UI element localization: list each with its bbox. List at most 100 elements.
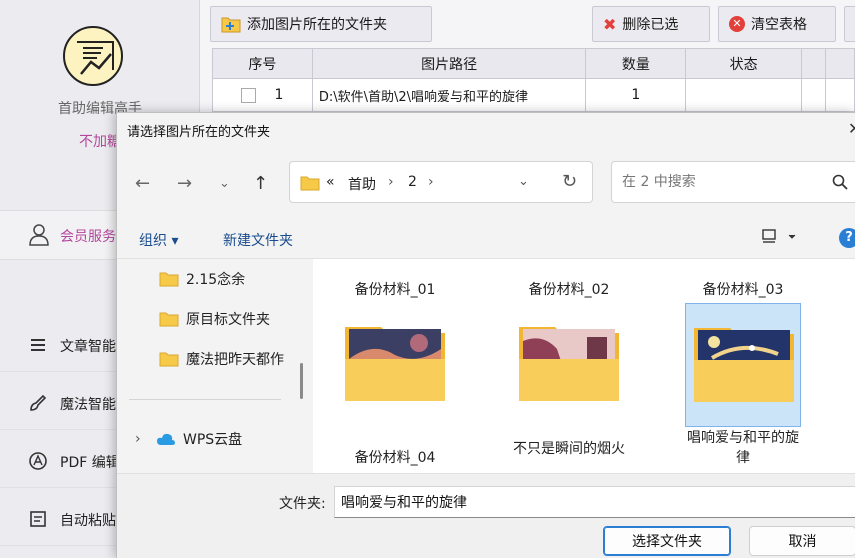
- folder-name: 唱响爱与和平的旋律: [687, 430, 799, 466]
- breadcrumb-separator[interactable]: ›: [428, 174, 434, 190]
- table-header: 序号 图片路径 数量 状态: [213, 49, 854, 79]
- tree-item-wps[interactable]: › WPS云盘: [135, 429, 242, 449]
- app-logo: [63, 26, 123, 86]
- command-bar: 组织 ▾ 新建文件夹 ?: [117, 217, 855, 259]
- tree-item[interactable]: 2.15念余: [159, 269, 245, 289]
- folder-item[interactable]: 备份材料_01: [337, 279, 453, 299]
- add-folder-label: 添加图片所在的文件夹: [247, 17, 387, 33]
- folder-item[interactable]: 备份材料_03: [685, 279, 801, 299]
- breadcrumb-item[interactable]: 首助: [348, 174, 376, 194]
- folder-icon: [159, 312, 179, 327]
- breadcrumb-separator: ›: [388, 174, 394, 190]
- folder-field-label: 文件夹:: [279, 496, 326, 512]
- new-folder-button[interactable]: 新建文件夹: [223, 230, 293, 250]
- address-bar[interactable]: « 首助 › 2 › ⌄ ↻: [289, 161, 593, 203]
- brush-icon: [30, 394, 47, 411]
- close-icon[interactable]: ✕: [848, 119, 855, 138]
- forward-arrow-icon[interactable]: →: [177, 173, 192, 194]
- recent-chevron-icon[interactable]: ⌄: [219, 176, 230, 191]
- toolbar-more-button[interactable]: [844, 6, 855, 42]
- expand-chevron-icon[interactable]: ›: [135, 431, 149, 447]
- row-status: [686, 79, 803, 111]
- select-folder-button[interactable]: 选择文件夹: [603, 526, 731, 556]
- navigation-pane: 2.15念余 原目标文件夹 魔法把昨天都作 › WPS云盘: [117, 259, 303, 473]
- sidebar-item-label: PDF 编辑: [60, 455, 120, 471]
- folder-name: 备份材料_03: [702, 282, 784, 298]
- folder-name-input[interactable]: [334, 486, 855, 518]
- chevron-down-icon[interactable]: ⌄: [518, 174, 529, 189]
- table-row[interactable]: 1 D:\软件\首助\2\唱响爱与和平的旋律 1: [213, 79, 854, 111]
- col-header-count[interactable]: 数量: [586, 49, 687, 78]
- folder-thumbnail-icon: [694, 328, 794, 402]
- folder-item[interactable]: 备份材料_02: [511, 279, 627, 299]
- folder-icon: [159, 352, 179, 367]
- file-list: 备份材料_01 备份材料_02 备份材料_03 备份材料_04 不只是瞬间的烟火…: [313, 259, 855, 473]
- view-icon: [762, 229, 796, 243]
- breadcrumb-overflow[interactable]: «: [326, 174, 335, 190]
- search-input[interactable]: [612, 162, 812, 202]
- add-folder-button[interactable]: 添加图片所在的文件夹: [210, 6, 432, 42]
- breadcrumb-item[interactable]: 2: [408, 174, 417, 190]
- folder-icon: [300, 176, 320, 191]
- folder-icon: [159, 272, 179, 287]
- cancel-button[interactable]: 取消: [749, 526, 855, 556]
- organize-menu[interactable]: 组织 ▾: [139, 230, 178, 250]
- delete-x-icon: ✖: [603, 14, 617, 34]
- tree-item-label: 2.15念余: [186, 272, 246, 288]
- dialog-footer: 文件夹: 选择文件夹 取消: [117, 473, 855, 558]
- help-icon[interactable]: ?: [839, 228, 855, 248]
- logo-chart-icon: [77, 41, 114, 75]
- col-header-index[interactable]: 序号: [213, 49, 313, 78]
- up-arrow-icon[interactable]: ↑: [253, 173, 268, 194]
- col-header-extra: [826, 49, 854, 78]
- add-folder-icon: [221, 17, 241, 33]
- tree-item-label: WPS云盘: [183, 432, 243, 448]
- cloud-icon: [157, 433, 175, 445]
- image-table: 序号 图片路径 数量 状态 1 D:\软件\首助\2\唱响爱与和平的旋律 1: [212, 48, 855, 112]
- tree-item-label: 魔法把昨天都作: [186, 352, 284, 368]
- folder-item[interactable]: 备份材料_04: [337, 315, 453, 466]
- sidebar-item-label: 自动粘贴: [60, 513, 116, 529]
- col-header-extra: [802, 49, 827, 78]
- folder-name: 不只是瞬间的烟火: [513, 441, 625, 457]
- folder-picker-dialog: 请选择图片所在的文件夹 ✕ ← → ⌄ ↑ « 首助 › 2 › ⌄ ↻ 组织 …: [116, 112, 855, 558]
- clear-table-button[interactable]: ✕ 清空表格: [718, 6, 836, 42]
- folder-name: 备份材料_01: [354, 282, 436, 298]
- col-header-path[interactable]: 图片路径: [313, 49, 587, 78]
- user-icon: [29, 224, 49, 246]
- clear-table-label: 清空表格: [751, 17, 807, 33]
- dialog-title: 请选择图片所在的文件夹: [127, 125, 271, 140]
- menu-lines-icon: [31, 339, 45, 351]
- folder-thumbnail-icon: [345, 327, 445, 401]
- pdf-icon: [29, 452, 47, 470]
- row-count: 1: [586, 79, 687, 111]
- row-extra: [826, 79, 854, 111]
- refresh-icon[interactable]: ↻: [562, 171, 577, 192]
- view-options-button[interactable]: [762, 228, 796, 250]
- row-checkbox[interactable]: [241, 87, 257, 103]
- col-header-status[interactable]: 状态: [686, 49, 803, 78]
- tree-scrollbar-thumb[interactable]: [300, 363, 303, 399]
- folder-name: 备份材料_02: [528, 282, 610, 298]
- sidebar-item-label: 魔法智能: [60, 397, 116, 413]
- folder-item[interactable]: 不只是瞬间的烟火: [511, 315, 627, 457]
- search-box: [611, 161, 855, 203]
- row-index: 1: [274, 87, 284, 103]
- back-arrow-icon[interactable]: ←: [135, 173, 150, 194]
- sidebar-item-label: 文章智能: [60, 339, 116, 355]
- tree-item[interactable]: 魔法把昨天都作: [159, 349, 284, 369]
- member-service-label: 会员服务: [60, 229, 116, 245]
- delete-selected-button[interactable]: ✖ 删除已选: [592, 6, 710, 42]
- tree-divider: [129, 399, 281, 400]
- row-index-cell: 1: [213, 79, 313, 111]
- tree-item-label: 原目标文件夹: [186, 312, 270, 328]
- folder-thumbnail-icon: [519, 327, 619, 401]
- search-icon[interactable]: [832, 174, 848, 190]
- row-path: D:\软件\首助\2\唱响爱与和平的旋律: [313, 79, 587, 111]
- tree-item[interactable]: 原目标文件夹: [159, 309, 270, 329]
- row-extra: [802, 79, 827, 111]
- clipboard-icon: [30, 511, 46, 527]
- folder-item-selected[interactable]: 唱响爱与和平的旋律: [685, 303, 801, 466]
- clear-icon: ✕: [729, 16, 745, 32]
- folder-name: 备份材料_04: [354, 450, 436, 466]
